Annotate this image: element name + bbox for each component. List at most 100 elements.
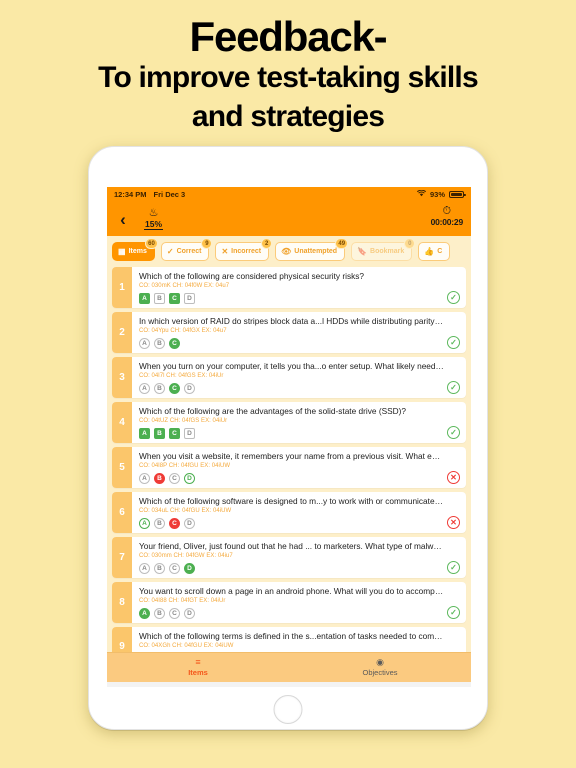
option-c[interactable]: C (169, 338, 180, 349)
option-c[interactable]: C (169, 383, 180, 394)
target-icon: ◉ (376, 657, 384, 667)
option-a[interactable]: A (139, 473, 150, 484)
item-row[interactable]: 9 Which of the following terms is defined… (112, 627, 466, 652)
option-c[interactable]: C (169, 563, 180, 574)
item-row[interactable]: 2 In which version of RAID do stripes blo… (112, 312, 466, 353)
item-body: When you visit a website, it remembers y… (132, 447, 466, 488)
progress-indicator[interactable]: ♨ 15% (144, 208, 164, 230)
item-row[interactable]: 8 You want to scroll down a page in an an… (112, 582, 466, 623)
item-number: 5 (112, 447, 132, 488)
option-a[interactable]: A (139, 608, 150, 619)
ios-status-bar: 12:34 PM Fri Dec 3 93% (107, 187, 471, 202)
option-a[interactable]: A (139, 293, 150, 304)
bottom-tab-bar[interactable]: ≡ Items ◉ Objectives (107, 652, 471, 682)
option-c[interactable]: C (169, 293, 180, 304)
option-d[interactable]: D (184, 428, 195, 439)
promo-subtitle-line-1: To improve test-taking skills (98, 61, 478, 95)
item-number: 8 (112, 582, 132, 623)
item-status-badge: ✕ (447, 516, 460, 529)
option-b[interactable]: B (154, 428, 165, 439)
option-b[interactable]: B (154, 518, 165, 529)
filter-chip-incorrect[interactable]: ✕ Incorrect 2 (215, 238, 273, 261)
item-status-badge: ✓ (447, 336, 460, 349)
option-c[interactable]: C (169, 608, 180, 619)
filter-chip-c[interactable]: 👍 C (418, 242, 451, 261)
item-body: Your friend, Oliver, just found out that… (132, 537, 466, 578)
filter-chip-unattempted[interactable]: 👁 Unattempted 49 (275, 238, 349, 261)
page-root: Feedback- To improve test-taking skills … (0, 0, 576, 768)
item-question-text: When you turn on your computer, it tells… (139, 361, 460, 371)
item-options: ABCD (139, 563, 460, 574)
item-number: 6 (112, 492, 132, 533)
option-a[interactable]: A (139, 338, 150, 349)
item-row[interactable]: 1 Which of the following are considered p… (112, 267, 466, 308)
item-options: ABCD (139, 383, 460, 394)
option-d[interactable]: D (184, 293, 195, 304)
option-d[interactable]: D (184, 518, 195, 529)
item-metadata: CO: 04Ypu CH: 04fGX EX: 04u7 (139, 328, 227, 334)
item-status-badge: ✓ (447, 606, 460, 619)
option-c[interactable]: C (169, 518, 180, 529)
item-number: 3 (112, 357, 132, 398)
promo-headline: Feedback- To improve test-taking skills … (0, 14, 576, 136)
item-row[interactable]: 5 When you visit a website, it remembers … (112, 447, 466, 488)
tab-objectives[interactable]: ◉ Objectives (289, 653, 471, 682)
filter-chip-bar[interactable]: ▦ Items 60 ✓ Correct 9 ✕ Incorrect 2 👁 Unattempted… (107, 236, 471, 267)
option-d[interactable]: D (184, 608, 195, 619)
back-button[interactable]: ‹ (110, 211, 136, 228)
item-options: ABCD (139, 428, 460, 439)
home-button[interactable] (273, 695, 303, 724)
filter-chip-label: Bookmark (370, 248, 405, 255)
item-status-badge: ✓ (447, 291, 460, 304)
option-a[interactable]: A (139, 428, 150, 439)
timer-value: 00:00:29 (430, 217, 464, 227)
filter-chip-badge: 0 (404, 238, 416, 249)
option-b[interactable]: B (154, 563, 165, 574)
filter-chip-label: C (437, 248, 443, 255)
item-question-text: Which of the following terms is defined … (139, 631, 460, 641)
option-b[interactable]: B (154, 293, 165, 304)
option-b[interactable]: B (154, 383, 165, 394)
promo-title: Feedback- (189, 13, 388, 60)
option-b[interactable]: B (154, 473, 165, 484)
item-options: ABC (139, 338, 460, 349)
option-d[interactable]: D (184, 563, 195, 574)
tab-label: Items (188, 668, 208, 677)
item-row[interactable]: 7 Your friend, Oliver, just found out tha… (112, 537, 466, 578)
item-row[interactable]: 3 When you turn on your computer, it tell… (112, 357, 466, 398)
option-d[interactable]: D (184, 383, 195, 394)
option-d[interactable]: D (184, 473, 195, 484)
tab-items[interactable]: ≡ Items (107, 653, 289, 682)
item-status-badge: ✕ (447, 471, 460, 484)
filter-chip-correct[interactable]: ✓ Correct 9 (160, 238, 213, 261)
option-c[interactable]: C (169, 428, 180, 439)
option-b[interactable]: B (154, 338, 165, 349)
filter-chip-label: Items (128, 248, 147, 255)
filter-chip-bookmark[interactable]: 🔖 Bookmark 0 (351, 238, 416, 261)
filter-chip-badge: 49 (335, 238, 349, 249)
option-a[interactable]: A (139, 563, 150, 574)
option-b[interactable]: B (154, 608, 165, 619)
check-icon: ✓ (166, 246, 174, 256)
option-a[interactable]: A (139, 383, 150, 394)
item-status-badge: ✓ (447, 381, 460, 394)
item-question-text: In which version of RAID do stripes bloc… (139, 316, 460, 326)
filter-chip-badge: 60 (145, 238, 158, 249)
item-list[interactable]: 1 Which of the following are considered p… (107, 267, 471, 652)
item-body: Which of the following software is desig… (132, 492, 466, 533)
item-metadata: CO: 04XGh CH: 04fGU EX: 04iUW (139, 643, 234, 649)
item-body: Which of the following are the advantage… (132, 402, 466, 443)
item-status-badge: ✓ (447, 426, 460, 439)
option-c[interactable]: C (169, 473, 180, 484)
item-row[interactable]: 4 Which of the following are the advantag… (112, 402, 466, 443)
eye-slash-icon: 👁 (281, 246, 292, 256)
filter-chip-items[interactable]: ▦ Items 60 (112, 238, 158, 261)
option-a[interactable]: A (139, 518, 150, 529)
list-card-icon: ▦ (118, 246, 126, 256)
item-question-text: Which of the following are considered ph… (139, 271, 365, 281)
filter-chip-label: Correct (176, 248, 202, 255)
item-row[interactable]: 6 Which of the following software is desi… (112, 492, 466, 533)
item-options: ABCD (139, 293, 460, 304)
tab-label: Objectives (362, 668, 398, 677)
status-bar-date: Fri Dec 3 (153, 190, 186, 199)
